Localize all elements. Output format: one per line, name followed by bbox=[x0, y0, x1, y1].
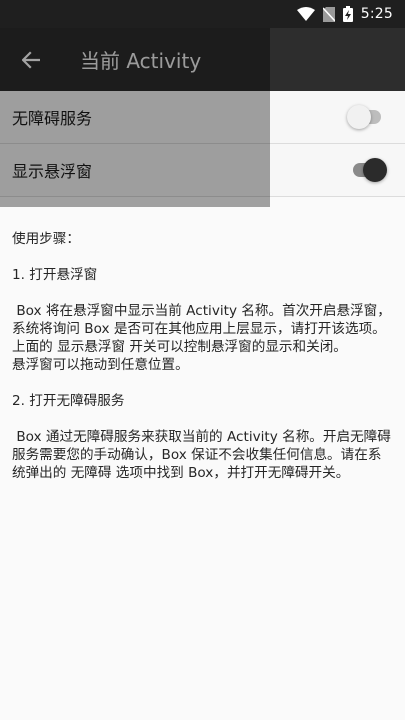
status-bar: 5:25 bbox=[0, 0, 405, 28]
wifi-icon bbox=[296, 7, 315, 21]
floating-window-toggle[interactable] bbox=[347, 157, 387, 183]
setting-label: 显示悬浮窗 bbox=[12, 162, 93, 181]
status-time: 5:25 bbox=[360, 6, 393, 22]
instructions-heading: 使用步骤： bbox=[12, 231, 80, 247]
setting-floating-window[interactable]: 显示悬浮窗 bbox=[0, 144, 405, 197]
step1-description: Box 将在悬浮窗中显示当前 Activity 名称。首次开启悬浮窗，系统将询问… bbox=[12, 303, 391, 337]
step1-title: 1. 打开悬浮窗 bbox=[12, 267, 98, 283]
accessibility-toggle[interactable] bbox=[347, 104, 387, 130]
step2-description: Box 通过无障碍服务来获取当前的 Activity 名称。开启无障碍服务需要您… bbox=[12, 429, 391, 481]
toggle-thumb bbox=[347, 105, 371, 129]
page-title: 当前 Activity bbox=[80, 49, 202, 73]
setting-label: 无障碍服务 bbox=[12, 109, 93, 128]
step2-title: 2. 打开无障碍服务 bbox=[12, 393, 125, 409]
back-button[interactable] bbox=[0, 28, 62, 91]
step1-toggle-note: 上面的 显示悬浮窗 开关可以控制悬浮窗的显示和关闭。 bbox=[12, 339, 347, 355]
no-sim-icon bbox=[322, 6, 335, 22]
settings-list: 无障碍服务 显示悬浮窗 bbox=[0, 91, 405, 197]
arrow-left-icon bbox=[22, 50, 40, 69]
step1-drag-note: 悬浮窗可以拖动到任意位置。 bbox=[12, 357, 189, 373]
setting-accessibility-service[interactable]: 无障碍服务 bbox=[0, 91, 405, 144]
toggle-thumb bbox=[363, 158, 387, 182]
app-bar: 当前 Activity bbox=[0, 28, 405, 91]
battery-charging-icon bbox=[342, 6, 353, 22]
instructions: 使用步骤： 1. 打开悬浮窗 Box 将在悬浮窗中显示当前 Activity 名… bbox=[12, 230, 392, 482]
